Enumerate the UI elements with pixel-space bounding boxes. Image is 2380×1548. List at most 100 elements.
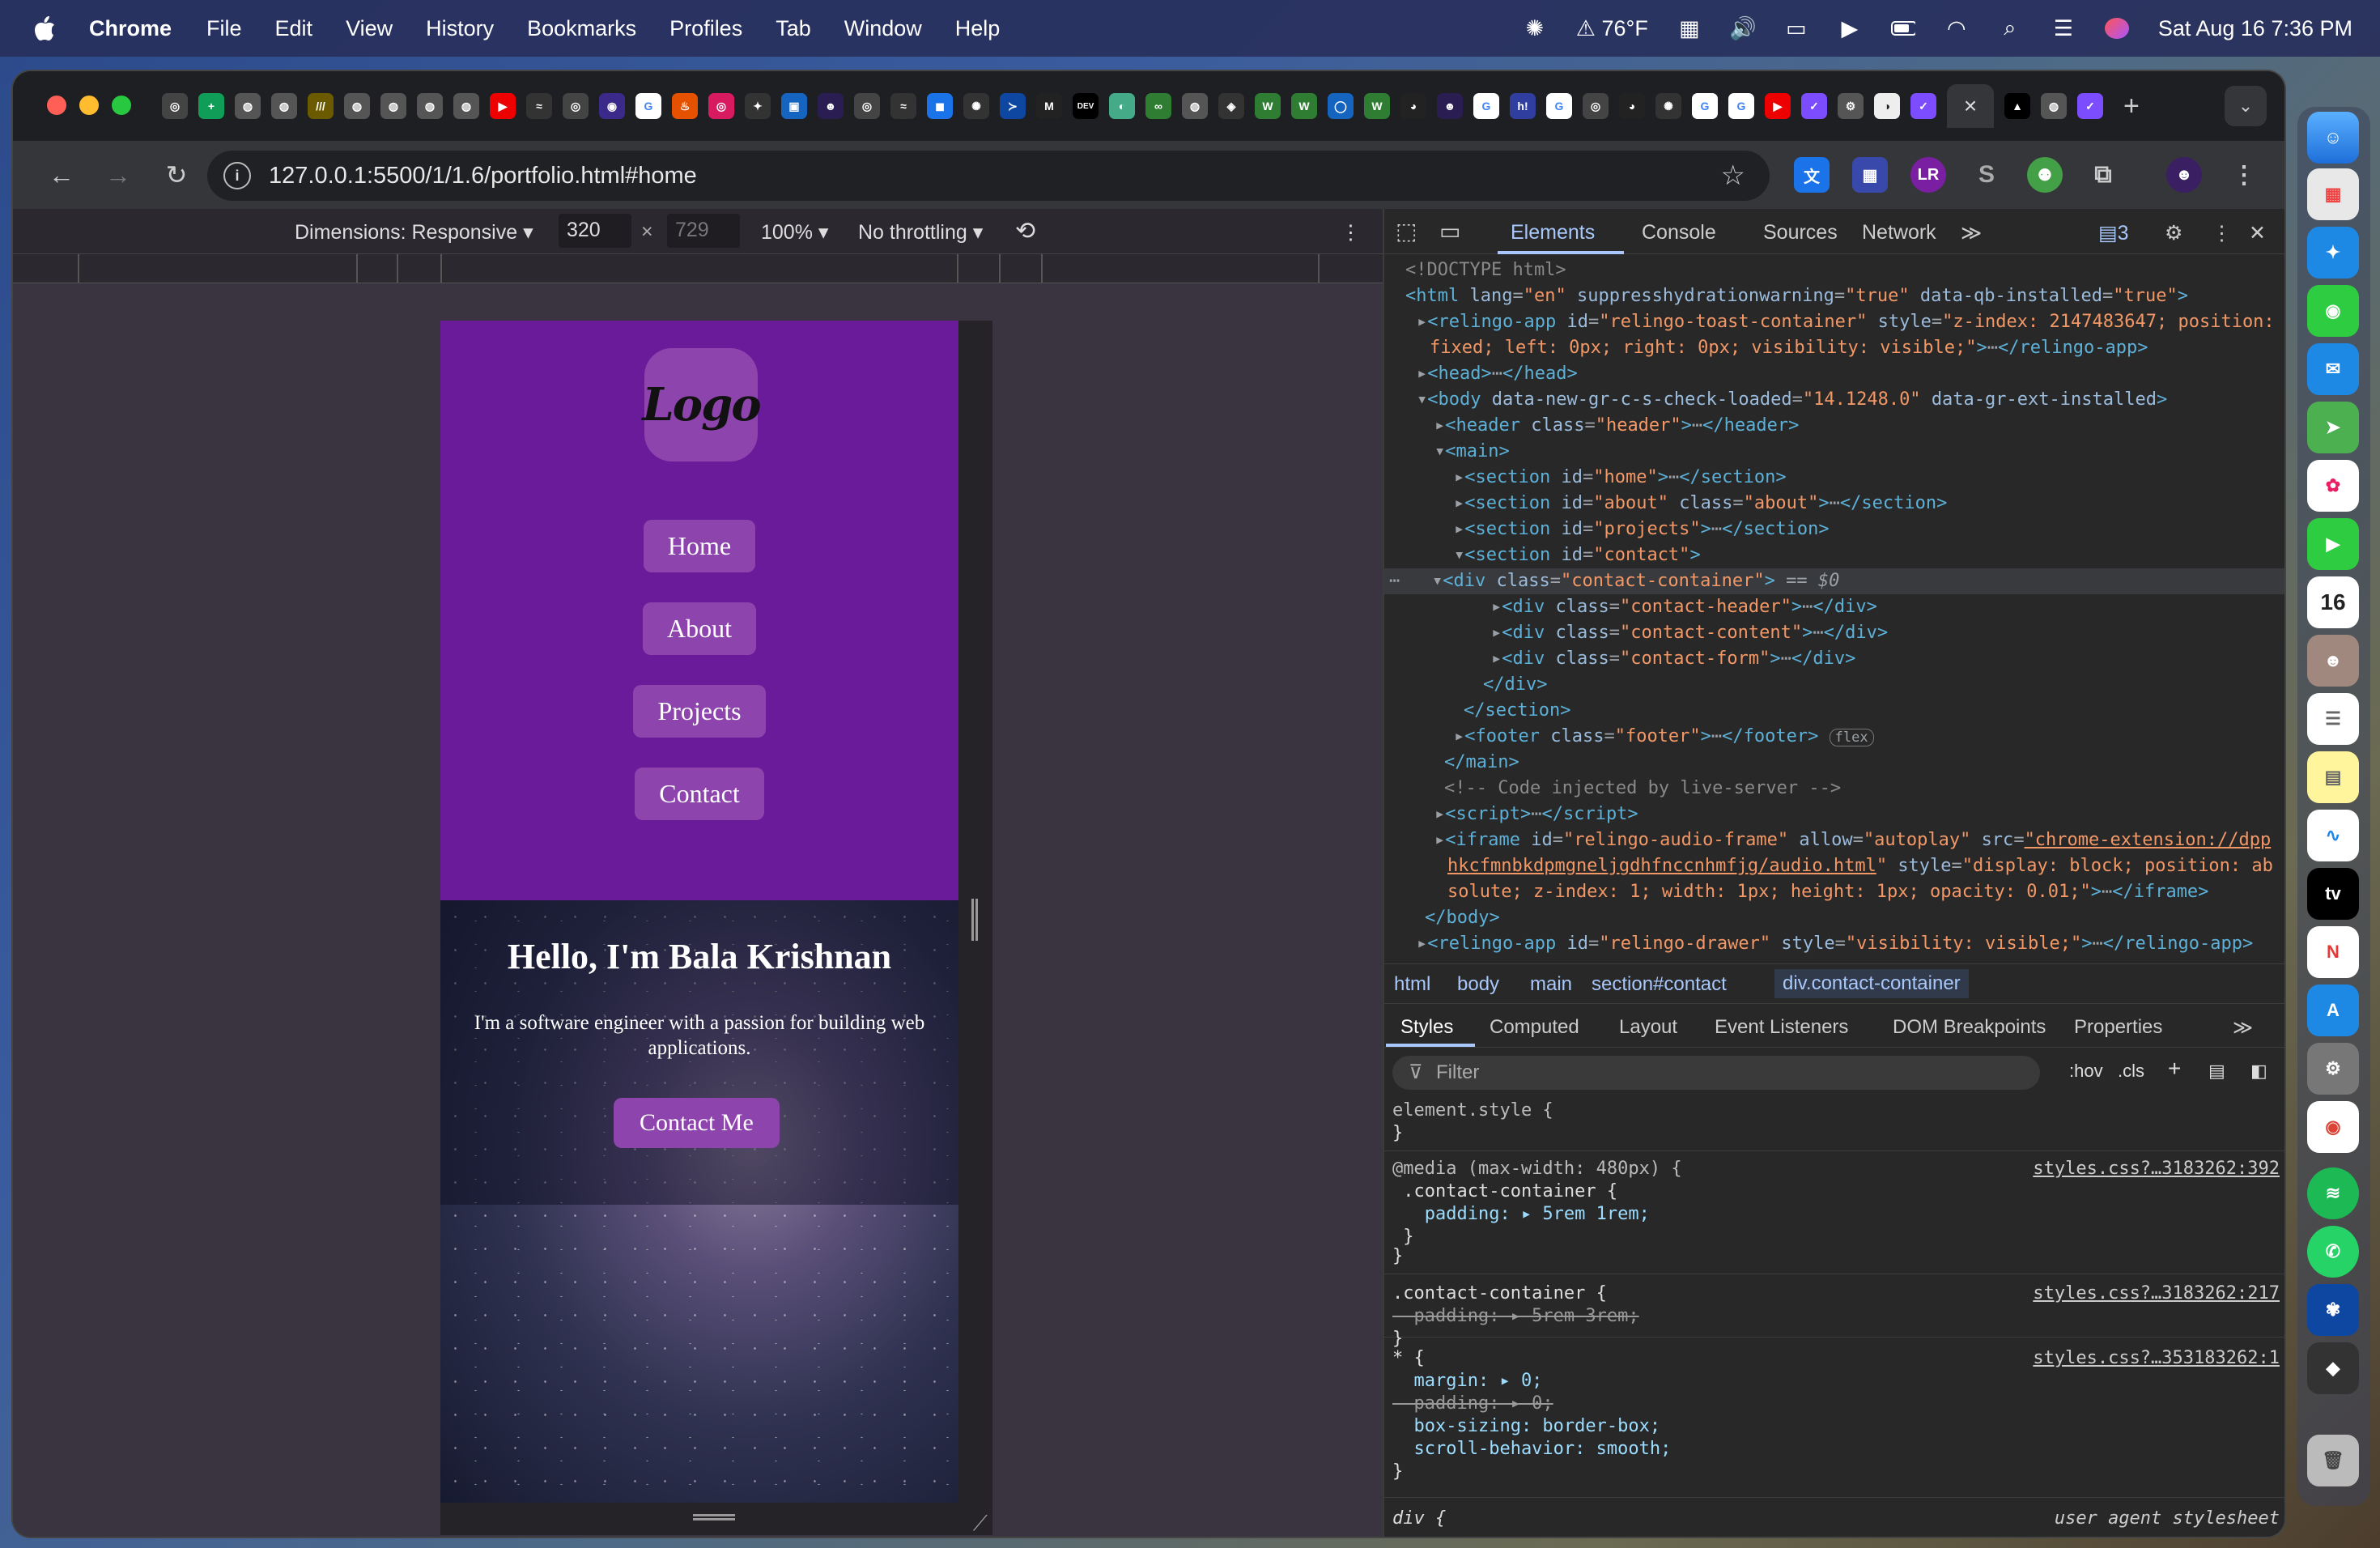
tab-properties[interactable]: Properties: [2074, 1016, 2162, 1039]
tab-favicon[interactable]: ◍: [417, 93, 443, 119]
chrome-menu-icon[interactable]: ⋮: [2226, 157, 2262, 193]
cls-toggle[interactable]: .cls: [2118, 1061, 2144, 1082]
css-property[interactable]: margin: ▸ 0;: [1392, 1370, 1542, 1393]
facetime-icon[interactable]: ▶: [2307, 518, 2359, 570]
overridden-css-property[interactable]: padding: ▸ 0;: [1392, 1393, 1553, 1415]
google-tab-favicon[interactable]: G: [1692, 93, 1718, 119]
trash-icon[interactable]: 🗑: [2307, 1435, 2359, 1486]
nav-home-link[interactable]: Home: [643, 520, 756, 572]
menu-history[interactable]: History: [426, 16, 494, 41]
weather-status[interactable]: ⚠ 76°F: [1576, 16, 1648, 41]
tab-favicon[interactable]: ◎: [563, 93, 589, 119]
tab-favicon[interactable]: ☻: [818, 93, 844, 119]
issues-badge[interactable]: ▤3: [2098, 221, 2129, 245]
photos-icon[interactable]: ✿: [2307, 460, 2359, 512]
viewport-resize-handle-bottom[interactable]: ⟋: [440, 1503, 992, 1535]
dom-node[interactable]: ▾<main>: [1434, 439, 1510, 465]
toggle-sidebar-icon[interactable]: ◧: [2250, 1061, 2267, 1082]
tab-search-button[interactable]: ⌄: [2225, 86, 2267, 126]
tab-favicon[interactable]: ≈: [890, 93, 916, 119]
corner-resize-icon[interactable]: ⟋: [973, 1511, 988, 1537]
puzzle-extensions-icon[interactable]: ⧉: [2085, 157, 2121, 193]
news-icon[interactable]: N: [2307, 926, 2359, 978]
zoom-dropdown[interactable]: 100% ▾: [761, 220, 828, 245]
more-tabs-icon[interactable]: ≫: [2233, 1016, 2253, 1040]
more-tabs-icon[interactable]: ≫: [1961, 221, 1982, 245]
height-input[interactable]: 729: [667, 214, 740, 248]
spotify-icon[interactable]: ≋: [2307, 1167, 2359, 1219]
rule-source-link[interactable]: styles.css?…3183262:217: [2033, 1282, 2280, 1305]
tab-computed[interactable]: Computed: [1490, 1016, 1579, 1039]
dom-node[interactable]: </div>: [1483, 672, 1547, 698]
breadcrumb-body[interactable]: body: [1457, 973, 1499, 996]
tab-favicon[interactable]: ◍: [2041, 93, 2067, 119]
div-useragent-rule[interactable]: div { user agent stylesheet: [1384, 1501, 2284, 1533]
dom-node[interactable]: ▸<relingo-app id="relingo-toast-containe…: [1417, 309, 2275, 335]
width-input[interactable]: 320: [559, 214, 631, 248]
contact-me-button[interactable]: Contact Me: [614, 1098, 780, 1148]
rule-source-link[interactable]: styles.css?…3183262:392: [2033, 1158, 2280, 1180]
tab-favicon[interactable]: ☻: [1437, 93, 1463, 119]
overridden-css-property[interactable]: padding: ▸ 5rem 3rem;: [1392, 1305, 1638, 1328]
viewport-resize-handle-right[interactable]: [958, 321, 992, 1503]
google-tab-favicon[interactable]: G: [1728, 93, 1754, 119]
tab-favicon[interactable]: ◼: [927, 93, 953, 119]
css-property[interactable]: box-sizing: border-box;: [1392, 1415, 1660, 1438]
dom-node[interactable]: <!DOCTYPE html>: [1405, 257, 1566, 283]
dom-node[interactable]: hkcfmnbkdpmgneljgdhfnccnhmfjg/audio.html…: [1447, 853, 2273, 879]
android-extension-icon[interactable]: ⚉: [2027, 157, 2063, 193]
dimensions-dropdown[interactable]: Dimensions: Responsive ▾: [295, 220, 533, 245]
rule-source-link[interactable]: styles.css?…353183262:1: [2033, 1347, 2280, 1370]
github-tab-favicon[interactable]: ◕: [1619, 93, 1645, 119]
lr-extension-icon[interactable]: LR: [1910, 157, 1946, 193]
site-info-icon[interactable]: i: [223, 162, 251, 189]
dom-node[interactable]: ▸<footer class="footer">⋯</footer> flex: [1454, 724, 1874, 750]
close-devtools-icon[interactable]: ✕: [2249, 221, 2266, 245]
translate-extension-icon[interactable]: 文: [1794, 157, 1830, 193]
dom-node[interactable]: ▾<section id="contact">: [1454, 542, 1701, 568]
dom-node[interactable]: ▸<section id="home">⋯</section>: [1454, 465, 1787, 491]
dev-tab-favicon[interactable]: DEV: [1073, 93, 1099, 119]
dom-node[interactable]: ▸<div class="contact-form">⋯</div>: [1491, 646, 1855, 672]
dom-tree[interactable]: <!DOCTYPE html> <html lang="en" suppress…: [1384, 257, 2284, 962]
tab-favicon[interactable]: ◍: [453, 93, 479, 119]
breadcrumb-html[interactable]: html: [1394, 973, 1430, 996]
device-toolbar-menu-icon[interactable]: ⋮: [1341, 220, 1361, 245]
messages-icon[interactable]: ◉: [2307, 285, 2359, 337]
minimize-window-button[interactable]: [79, 96, 99, 115]
control-center-icon[interactable]: ☰: [2051, 16, 2076, 40]
menu-bookmarks[interactable]: Bookmarks: [527, 16, 636, 41]
tab-favicon[interactable]: ∞: [1145, 93, 1171, 119]
css-property[interactable]: padding: ▸ 5rem 1rem;: [1392, 1203, 1650, 1226]
menu-file[interactable]: File: [206, 16, 242, 41]
url-text[interactable]: 127.0.0.1:5500/1/1.6/portfolio.html#home: [269, 163, 697, 189]
media-rule[interactable]: @media (max-width: 480px) { styles.css?……: [1384, 1155, 2284, 1274]
device-toggle-icon[interactable]: ▭: [1439, 218, 1460, 245]
dom-node[interactable]: ▸<iframe id="relingo-audio-frame" allow=…: [1434, 827, 2271, 853]
tab-favicon[interactable]: +: [198, 93, 224, 119]
contact-container-rule[interactable]: .contact-container { styles.css?…3183262…: [1384, 1278, 2284, 1349]
tab-favicon[interactable]: ✺: [1655, 93, 1681, 119]
whatsapp-icon[interactable]: ✆: [2307, 1226, 2359, 1278]
tab-favicon[interactable]: M: [1036, 93, 1062, 119]
dom-node[interactable]: ▸<script>⋯</script>: [1434, 802, 1638, 827]
profile-avatar[interactable]: ☻: [2166, 157, 2202, 193]
tab-favicon[interactable]: ◐: [1109, 93, 1135, 119]
dom-node[interactable]: ▸<div class="contact-content">⋯</div>: [1491, 620, 1888, 646]
tab-elements[interactable]: Elements: [1511, 221, 1595, 245]
menu-tab[interactable]: Tab: [776, 16, 811, 41]
app-store-icon[interactable]: A: [2307, 985, 2359, 1036]
address-bar[interactable]: i 127.0.0.1:5500/1/1.6/portfolio.html#ho…: [207, 151, 1770, 201]
tab-favicon[interactable]: ✺: [963, 93, 989, 119]
active-tab-close-button[interactable]: ×: [1947, 84, 1994, 128]
youtube-tab-favicon[interactable]: ▶: [1765, 93, 1791, 119]
freeform-icon[interactable]: ∿: [2307, 810, 2359, 861]
menu-help[interactable]: Help: [955, 16, 1001, 41]
dom-node[interactable]: ▸<head>⋯</head>: [1417, 361, 1578, 387]
tab-favicon[interactable]: W: [1255, 93, 1281, 119]
google-tab-favicon[interactable]: G: [1473, 93, 1499, 119]
github-tab-favicon[interactable]: ◕: [1400, 93, 1426, 119]
breadcrumb-contact-container[interactable]: div.contact-container: [1774, 969, 1969, 998]
color-format-icon[interactable]: ▤: [2208, 1061, 2225, 1082]
breadcrumb-main[interactable]: main: [1530, 973, 1572, 996]
